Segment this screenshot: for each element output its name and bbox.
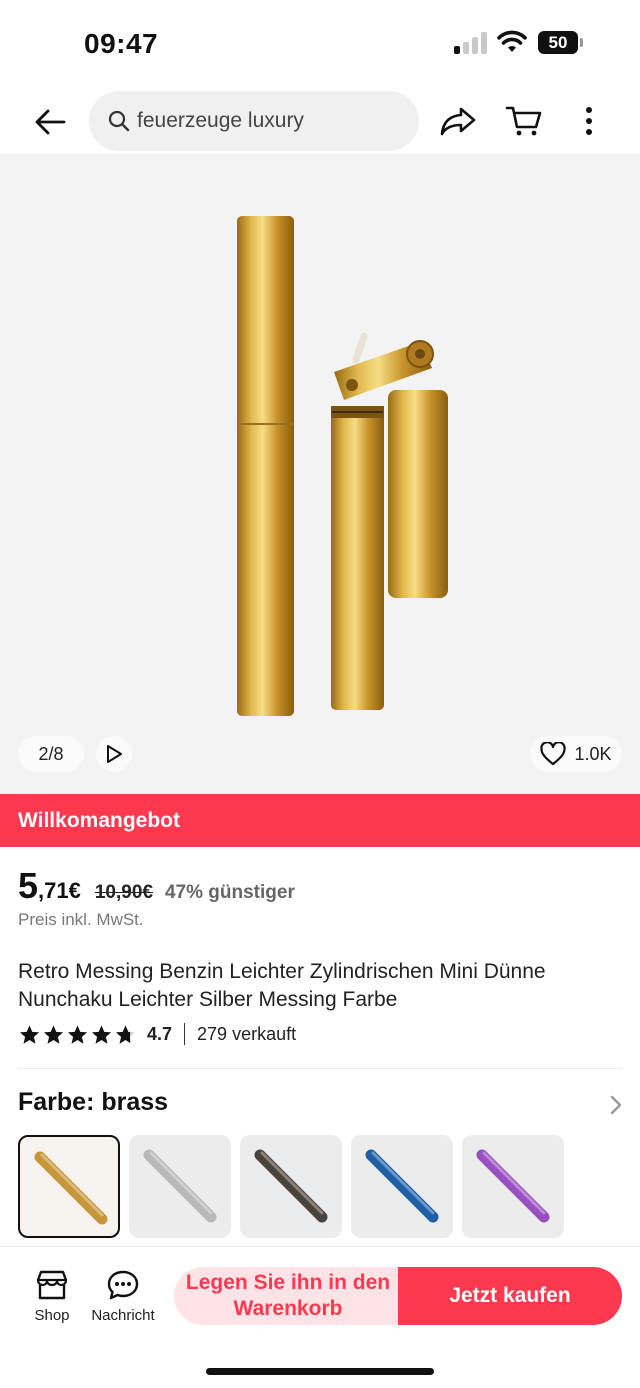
divider [18, 1068, 622, 1069]
shop-label: Shop [34, 1307, 70, 1324]
color-variant-heading[interactable]: Farbe: brass [18, 1088, 168, 1117]
swatch-thumbnail [254, 1149, 328, 1223]
color-swatch[interactable] [351, 1135, 453, 1238]
swatch-thumbnail [34, 1151, 108, 1225]
swatch-thumbnail [143, 1149, 217, 1223]
rating-value: 4.7 [147, 1023, 173, 1044]
rating-separator [184, 1023, 186, 1045]
search-query: feuerzeuge luxury [137, 109, 304, 132]
heart-icon [540, 742, 567, 766]
store-icon [36, 1270, 68, 1300]
bottom-action-bar: Shop Nachricht Legen Sie ihn in den Ware… [0, 1246, 640, 1388]
star-icon [43, 1024, 64, 1044]
original-price: 10,90€ [94, 882, 153, 903]
shop-button[interactable]: Shop [22, 1269, 82, 1335]
discount-label: 47% günstiger [164, 882, 295, 903]
battery-cap [580, 38, 583, 47]
chat-bubble-icon [107, 1270, 139, 1300]
price-row: 5 ,71€ 10,90€ 47% günstiger [18, 865, 295, 906]
image-page-counter: 2/8 [18, 736, 84, 772]
status-bar: 09:47 50 [0, 0, 640, 86]
more-options-button[interactable] [574, 101, 604, 141]
chevron-right-icon[interactable] [606, 1094, 626, 1116]
product-image [237, 216, 448, 716]
message-button[interactable]: Nachricht [86, 1269, 160, 1335]
color-swatch[interactable] [129, 1135, 231, 1238]
share-icon [440, 107, 476, 136]
cart-button[interactable] [503, 101, 545, 141]
star-icon [19, 1024, 40, 1044]
cart-icon [505, 106, 542, 136]
play-icon [107, 745, 122, 763]
back-arrow-icon [35, 109, 66, 135]
search-icon [108, 110, 130, 132]
back-button[interactable] [30, 102, 70, 142]
search-input[interactable]: feuerzeuge luxury [89, 91, 419, 151]
message-label: Nachricht [91, 1307, 155, 1324]
top-nav: feuerzeuge luxury [0, 86, 640, 154]
swatch-thumbnail [476, 1149, 550, 1223]
tax-note: Preis inkl. MwSt. [18, 910, 144, 929]
rating-row[interactable]: 4.7 279 verkauft [18, 1020, 296, 1048]
buy-now-button[interactable]: Jetzt kaufen [398, 1267, 622, 1325]
color-swatch[interactable] [18, 1135, 120, 1238]
battery-indicator: 50 [538, 31, 578, 54]
cellular-signal-icon [454, 32, 488, 54]
status-time: 09:47 [84, 28, 159, 59]
product-image-gallery[interactable]: 2/8 1.0K [0, 154, 640, 794]
add-to-cart-button[interactable]: Legen Sie ihn in den Warenkorb [174, 1267, 402, 1325]
wifi-icon [497, 30, 527, 52]
color-swatch-list [18, 1135, 640, 1239]
star-icon [67, 1024, 88, 1044]
star-icon [115, 1024, 136, 1044]
play-video-button[interactable] [96, 736, 132, 772]
product-title: Retro Messing Benzin Leichter Zylindrisc… [18, 960, 546, 1011]
like-button[interactable]: 1.0K [530, 736, 622, 772]
star-icon [91, 1024, 112, 1044]
share-button[interactable] [437, 101, 479, 141]
price-integer: 5 [18, 865, 39, 906]
swatch-thumbnail [365, 1149, 439, 1223]
more-vertical-icon [586, 107, 592, 135]
color-swatch[interactable] [462, 1135, 564, 1238]
welcome-offer-banner: Willkomangebot [0, 794, 640, 847]
price-decimal: ,71€ [38, 878, 81, 903]
sold-count: 279 verkauft [197, 1023, 297, 1044]
like-count: 1.0K [574, 743, 612, 764]
star-rating [18, 1023, 137, 1046]
color-swatch[interactable] [240, 1135, 342, 1238]
home-indicator [206, 1368, 434, 1375]
